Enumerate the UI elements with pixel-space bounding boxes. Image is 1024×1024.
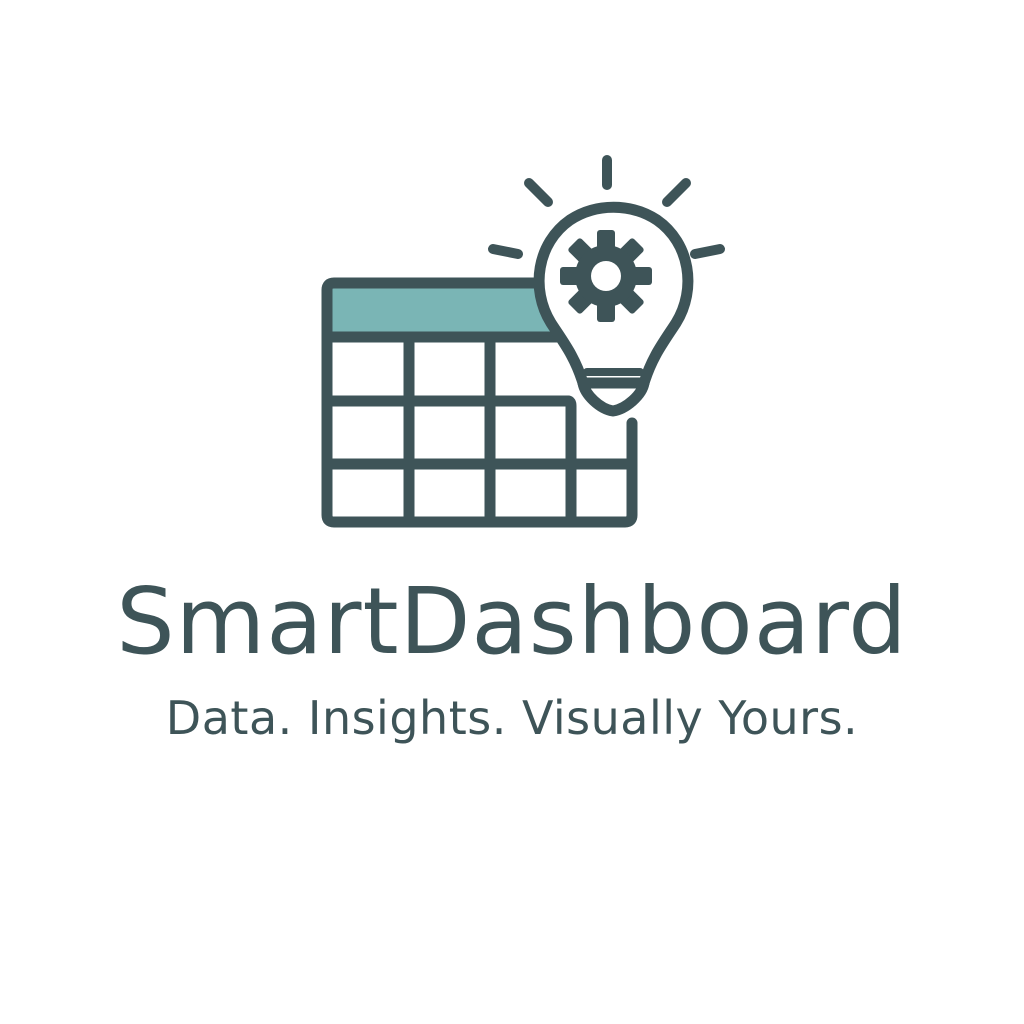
gear-icon xyxy=(560,230,652,322)
logo-mark xyxy=(321,155,725,528)
tagline: Data. Insights. Visually Yours. xyxy=(165,691,859,745)
brand-name: SmartDashboard xyxy=(116,568,908,675)
